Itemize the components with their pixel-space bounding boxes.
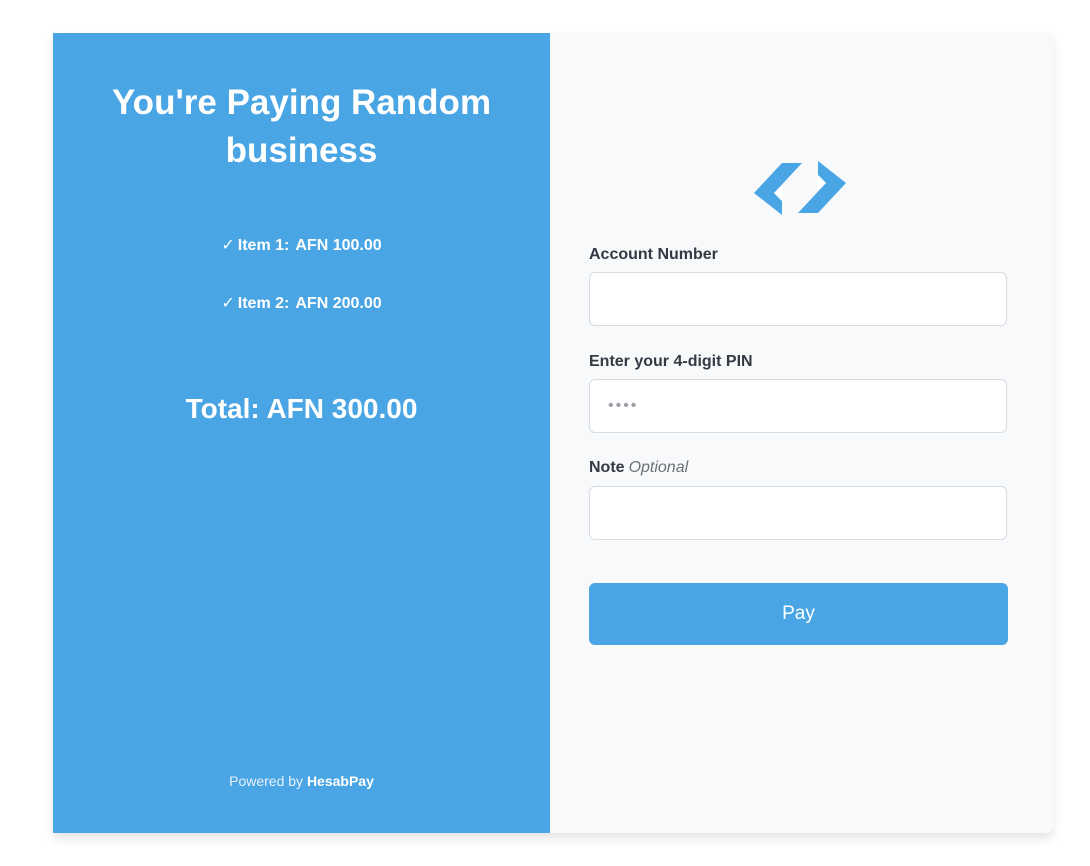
- order-summary-panel: You're Paying Random business ✓ Item 1: AF…: [53, 33, 550, 833]
- note-label: Note Optional: [589, 459, 688, 477]
- line-item: ✓ Item 2: AFN 200.00: [53, 293, 550, 313]
- powered-by: Powered by HesabPay: [53, 773, 550, 789]
- hesabpay-logo-icon: [754, 161, 846, 215]
- payment-card: You're Paying Random business ✓ Item 1: AF…: [53, 33, 1053, 833]
- total-amount: Total: AFN 300.00: [185, 393, 418, 424]
- account-number-label: Account Number: [589, 246, 718, 263]
- note-input[interactable]: [589, 486, 1007, 540]
- pay-button[interactable]: Pay: [589, 583, 1008, 645]
- pin-input[interactable]: [589, 379, 1007, 433]
- line-item-label: Item 1:: [237, 237, 290, 254]
- line-item-amount: AFN 100.00: [295, 237, 382, 254]
- pin-label: Enter your 4-digit PIN: [589, 353, 753, 370]
- account-number-input[interactable]: [589, 272, 1007, 326]
- line-item: ✓ Item 1: AFN 100.00: [53, 235, 550, 255]
- checkmark-icon: ✓: [221, 237, 235, 254]
- page-title: You're Paying Random business: [111, 83, 492, 170]
- line-item-label: Item 2:: [237, 295, 290, 312]
- brand-name: HesabPay: [306, 773, 374, 789]
- powered-by-prefix: Powered by: [229, 773, 304, 789]
- payment-form-panel: Account Number Enter your 4-digit PIN No…: [550, 33, 1053, 833]
- optional-hint: Optional: [628, 459, 689, 476]
- note-label-text: Note: [589, 459, 625, 476]
- line-item-amount: AFN 200.00: [295, 295, 382, 312]
- checkmark-icon: ✓: [221, 295, 235, 312]
